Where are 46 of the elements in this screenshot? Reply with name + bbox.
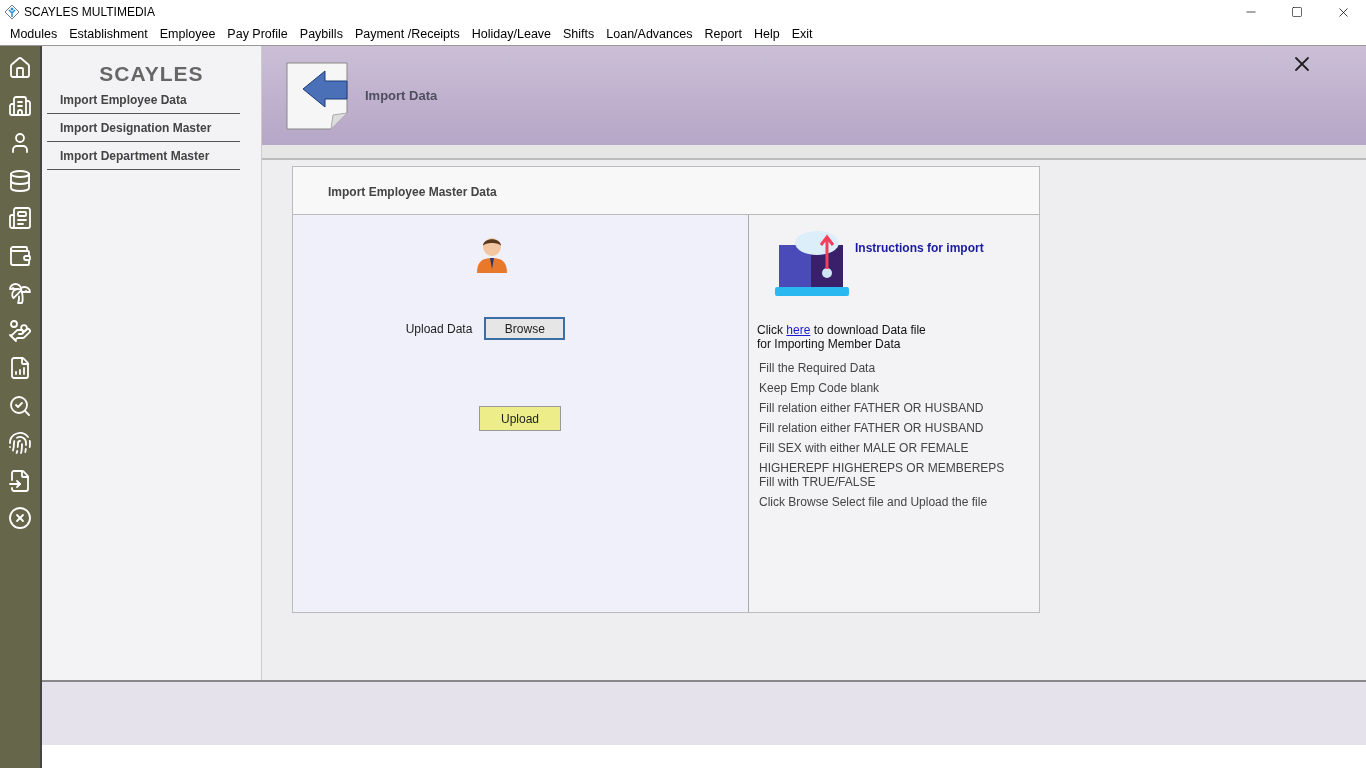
menu-item[interactable]: Exit [785,25,819,44]
menu-item[interactable]: Employee [153,25,222,44]
instruction-text: Fill relation either FATHER OR HUSBAND [759,401,985,415]
menu-item[interactable]: Holiday/Leave [465,25,558,44]
home-icon[interactable] [8,56,32,80]
wallet-icon[interactable] [8,243,32,268]
instruction-text: Fill the Required Data [759,361,877,375]
file-import-icon[interactable] [8,468,32,493]
upload-label: Upload Data [405,320,473,338]
menu-item[interactable]: Shifts [557,25,601,44]
newspaper-icon[interactable] [8,206,32,230]
menu-item[interactable]: Help [748,25,786,44]
menu-item[interactable]: Modules [4,25,64,44]
palm-tree-icon[interactable] [8,281,32,305]
instructions-title: Instructions for import [855,240,984,257]
card-title: Import Employee Master Data [328,185,497,199]
instruction-text: Click Browse Select file and Upload the file [759,495,989,509]
menu-item[interactable]: Pay Profile [221,25,294,44]
instruction-text: Fill SEX with either MALE OR FEMALE [759,441,970,455]
browse-button[interactable]: Browse [484,317,566,340]
user-avatar-icon [474,235,509,273]
download-instruction: Click here to download Data file for Importing Member Data [757,323,927,351]
report-icon[interactable] [8,356,32,380]
import-arrow-icon [285,60,349,131]
instruction-text: HIGHEREPF HIGHEREPS OR MEMBEREPS Fill with TRUE/FALSE [759,461,1006,489]
menu-item[interactable]: Payment /Receipts [348,25,466,44]
menu-item[interactable]: Paybills [293,25,349,44]
close-circle-icon[interactable] [8,506,32,530]
page-title: Import Data [365,86,438,105]
upload-button[interactable]: Upload [479,406,561,431]
maximize-icon [1291,6,1303,18]
menu-item[interactable]: Loan/Advances [600,25,699,44]
instruction-text: Fill relation either FATHER OR HUSBAND [759,421,985,435]
app-logo-icon [4,4,20,20]
instruction-text: Keep Emp Code blank [759,381,881,395]
sidebar-item[interactable]: Import Employee Data [47,86,240,114]
fingerprint-icon[interactable] [8,431,32,455]
building-icon[interactable] [8,93,32,118]
hand-coins-icon[interactable] [8,318,32,343]
menu-item[interactable]: Establishment [63,25,154,44]
window-title: SCAYLES MULTIMEDIA [24,4,155,21]
menu-item[interactable]: Report [698,25,748,44]
here-link[interactable]: here [786,323,811,337]
sidebar-item[interactable]: Import Department Master [47,142,240,170]
logo: SCAYLES [99,61,204,86]
sidebar-item[interactable]: Import Designation Master [47,114,240,142]
